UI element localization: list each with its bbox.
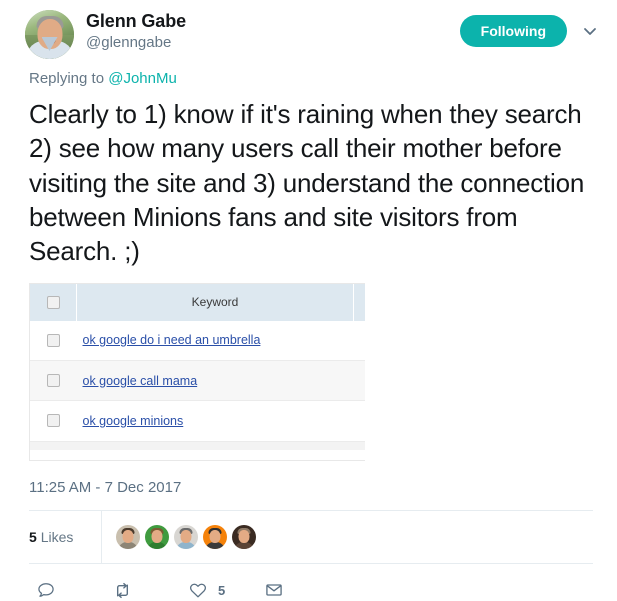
row-cell-extra <box>354 321 366 361</box>
header-actions: Following <box>460 10 601 47</box>
keyword-table-body: ok google do i need an umbrella ok googl… <box>30 321 365 441</box>
header-cell-select <box>30 284 77 321</box>
tweet-body-text: Clearly to 1) know if it's raining when … <box>0 87 617 269</box>
liker-avatar-4[interactable] <box>203 525 227 549</box>
retweet-button[interactable] <box>112 580 188 601</box>
row-cell-select <box>30 361 77 401</box>
keyword-link[interactable]: ok google minions <box>77 414 184 428</box>
likes-label: Likes <box>41 529 74 545</box>
author-handle[interactable]: @glenngabe <box>86 34 186 51</box>
table-partial-row <box>30 441 365 450</box>
row-checkbox[interactable] <box>47 414 60 427</box>
tweet-card: Glenn Gabe @glenngabe Following Replying… <box>0 0 617 599</box>
header-cell-extra <box>354 284 366 321</box>
reply-button[interactable] <box>36 580 112 600</box>
row-cell-keyword: ok google call mama <box>77 361 354 401</box>
table-row[interactable]: ok google call mama <box>30 361 365 401</box>
row-cell-extra <box>354 361 366 401</box>
like-button[interactable]: 5 <box>188 580 264 600</box>
liker-avatar-2[interactable] <box>145 525 169 549</box>
author-name-block: Glenn Gabe @glenngabe <box>86 10 186 51</box>
liker-avatar-3[interactable] <box>174 525 198 549</box>
likes-bar: 5 Likes <box>29 510 593 564</box>
liker-avatar-1[interactable] <box>116 525 140 549</box>
row-cell-keyword: ok google minions <box>77 401 354 441</box>
replying-to-prefix: Replying to <box>29 70 108 87</box>
keyword-table-header: Keyword <box>30 284 365 321</box>
liker-avatar-5[interactable] <box>232 525 256 549</box>
replying-to: Replying to @JohnMu <box>0 56 617 87</box>
keyword-link[interactable]: ok google call mama <box>77 374 198 388</box>
row-checkbox[interactable] <box>47 374 60 387</box>
keyword-table: Keyword ok google do i need an umbrella <box>30 284 365 441</box>
reply-icon <box>36 580 56 600</box>
retweet-icon <box>112 580 133 601</box>
header-cell-keyword[interactable]: Keyword <box>77 284 354 321</box>
more-options-button[interactable] <box>579 20 601 42</box>
likes-count-value: 5 <box>29 529 37 545</box>
select-all-checkbox[interactable] <box>47 296 60 309</box>
chevron-down-icon <box>582 23 598 39</box>
table-header-row: Keyword <box>30 284 365 321</box>
table-row[interactable]: ok google minions <box>30 401 365 441</box>
tweet-actions: 5 <box>0 564 617 601</box>
tweet-header: Glenn Gabe @glenngabe Following <box>0 0 617 56</box>
row-cell-extra <box>354 401 366 441</box>
row-cell-keyword: ok google do i need an umbrella <box>77 321 354 361</box>
tweet-media-image[interactable]: Keyword ok google do i need an umbrella <box>29 283 365 461</box>
following-button[interactable]: Following <box>460 15 567 47</box>
row-cell-select <box>30 321 77 361</box>
table-row[interactable]: ok google do i need an umbrella <box>30 321 365 361</box>
avatar[interactable] <box>25 10 74 59</box>
replying-to-mention[interactable]: @JohnMu <box>108 70 177 87</box>
direct-message-button[interactable] <box>264 580 340 600</box>
tweet-timestamp[interactable]: 11:25 AM - 7 Dec 2017 <box>0 461 617 496</box>
author-display-name[interactable]: Glenn Gabe <box>86 11 186 32</box>
row-cell-select <box>30 401 77 441</box>
heart-icon <box>188 580 208 600</box>
direct-message-icon <box>264 580 284 600</box>
likes-summary[interactable]: 5 Likes <box>29 529 101 545</box>
keyword-link[interactable]: ok google do i need an umbrella <box>77 333 261 347</box>
like-count: 5 <box>218 583 225 598</box>
row-checkbox[interactable] <box>47 334 60 347</box>
liker-avatars <box>101 511 256 563</box>
